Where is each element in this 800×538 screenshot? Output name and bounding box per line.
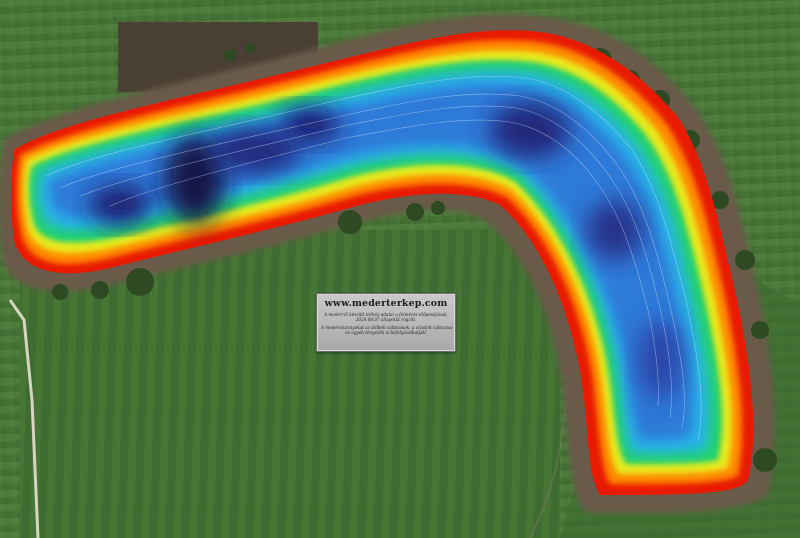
watermark-line: és egyéb tényezők is befolyásolhatják! — [345, 330, 427, 335]
watermark-url: www.mederterkep.com — [324, 298, 448, 309]
deep-hole-5 — [490, 102, 570, 158]
deep-hole-6 — [587, 200, 643, 260]
deep-hole-2 — [90, 185, 150, 225]
watermark-plate: www.mederterkep.com A mederről készült t… — [316, 293, 456, 352]
bathymetric-map — [0, 0, 800, 538]
deep-hole-4 — [210, 128, 300, 172]
